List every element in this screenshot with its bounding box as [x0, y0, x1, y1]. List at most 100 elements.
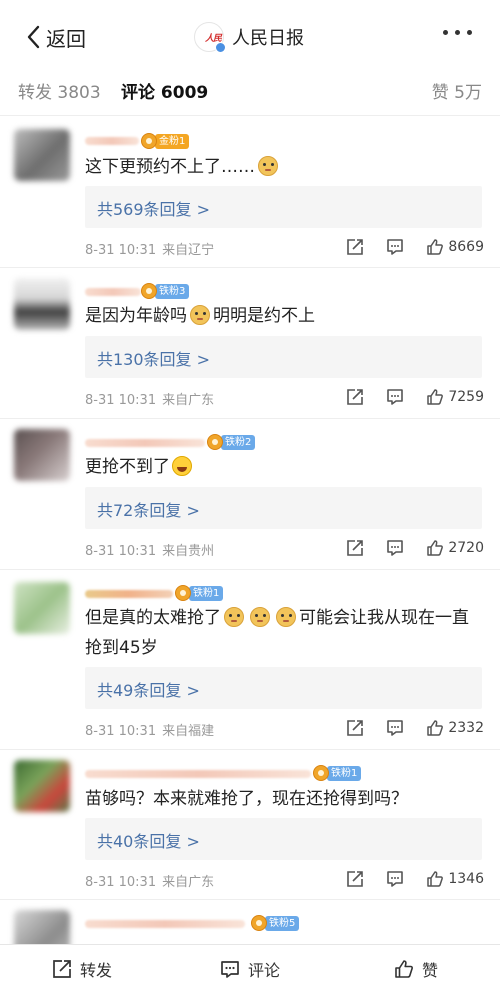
- fan-badge[interactable]: 铁粉1: [313, 765, 362, 781]
- back-button[interactable]: 返回: [26, 22, 86, 52]
- like-count: 1346: [448, 871, 484, 887]
- fan-lion-icon: [175, 585, 191, 601]
- comment-text: 苗够吗？本来就难抢了，现在还抢得到吗？: [85, 784, 482, 814]
- view-replies-link[interactable]: 共49条回复 >: [85, 667, 482, 709]
- comment-location: 来自广东: [162, 393, 215, 408]
- fan-badge[interactable]: 铁粉2: [207, 434, 256, 450]
- comment-text: 是因为年龄吗 明明是约不上: [85, 301, 482, 331]
- comment-item: 金粉1 这下更预约不上了…… 共569条回复 > 8-31 10:31 来自辽宁 …: [0, 117, 500, 268]
- fan-badge-label: 金粉1: [155, 133, 190, 149]
- fan-badge-label: 铁粉2: [221, 434, 256, 450]
- comment-text-content: 这下更预约不上了……: [85, 157, 255, 177]
- like-button[interactable]: 1346: [426, 870, 484, 888]
- comment-text-part: 但是真的太难抢了: [85, 608, 221, 628]
- like-count: 2332: [448, 720, 484, 736]
- laughing-emoji-icon: [172, 456, 192, 476]
- account-avatar-logo[interactable]: 人民: [194, 22, 226, 53]
- avatar[interactable]: [14, 582, 70, 634]
- comment-text: 这下更预约不上了……: [85, 152, 482, 182]
- share-icon[interactable]: [346, 238, 364, 256]
- comment-location: 来自福建: [162, 724, 215, 739]
- avatar[interactable]: [14, 429, 70, 481]
- comment-item: 铁粉5: [0, 900, 500, 944]
- like-button[interactable]: 2332: [426, 719, 484, 737]
- fan-badge[interactable]: 铁粉5: [251, 915, 300, 931]
- fan-badge-label: 铁粉1: [327, 765, 362, 781]
- username-blurred[interactable]: [85, 439, 205, 447]
- more-options-icon[interactable]: [443, 30, 472, 35]
- comment-actions: 2332: [346, 717, 484, 739]
- tab-reposts[interactable]: 转发 3803: [18, 78, 101, 103]
- view-replies-link[interactable]: 共130条回复 >: [85, 336, 482, 378]
- thumbs-up-icon: [427, 720, 444, 736]
- repost-label: 转发: [80, 961, 113, 980]
- comment-meta: 8-31 10:31 来自贵州: [85, 540, 214, 559]
- comment-text-content: 苗够吗？本来就难抢了，现在还抢得到吗？: [85, 789, 408, 809]
- comment-icon[interactable]: [386, 388, 404, 406]
- thumbs-up-icon: [427, 239, 444, 255]
- comment-time: 8-31 10:31: [85, 393, 157, 408]
- share-icon[interactable]: [346, 539, 364, 557]
- avatar[interactable]: [14, 278, 70, 330]
- doge-emoji-icon: [250, 607, 270, 627]
- tab-likes[interactable]: 赞 5万: [432, 78, 482, 103]
- like-button[interactable]: 2720: [426, 539, 484, 557]
- comment-icon[interactable]: [386, 719, 404, 737]
- avatar[interactable]: [14, 129, 70, 181]
- comment-item: 铁粉1 苗够吗？本来就难抢了，现在还抢得到吗？ 共40条回复 > 8-31 10…: [0, 750, 500, 900]
- comment-actions: 1346: [346, 868, 484, 890]
- like-label: 赞: [422, 961, 439, 980]
- doge-emoji-icon: [276, 607, 296, 627]
- comment-button[interactable]: 评论: [220, 957, 280, 981]
- avatar[interactable]: [14, 760, 70, 812]
- comment-time: 8-31 10:31: [85, 875, 157, 890]
- fan-badge[interactable]: 铁粉1: [175, 585, 224, 601]
- avatar[interactable]: [14, 910, 70, 944]
- username-blurred[interactable]: [85, 920, 245, 928]
- comment-time: 8-31 10:31: [85, 544, 157, 559]
- like-post-button[interactable]: 赞: [394, 957, 438, 981]
- comment-item: 铁粉1 但是真的太难抢了 可能会让我从现在一直抢到45岁 共49条回复 > 8-3…: [0, 570, 500, 750]
- comment-label: 评论: [248, 961, 281, 980]
- fan-badge[interactable]: 铁粉3: [141, 283, 190, 299]
- replies-count-label: 共40条回复 >: [97, 832, 200, 851]
- tab-comments[interactable]: 评论 6009: [121, 78, 208, 103]
- comment-item: 铁粉2 更抢不到了 共72条回复 > 8-31 10:31 来自贵州 2720: [0, 419, 500, 570]
- back-label: 返回: [46, 26, 86, 51]
- comment-icon[interactable]: [386, 870, 404, 888]
- thumbs-up-icon: [427, 871, 444, 887]
- repost-button[interactable]: 转发: [52, 957, 112, 981]
- share-icon[interactable]: [346, 719, 364, 737]
- bottom-action-bar: 转发 评论 赞: [0, 944, 500, 992]
- comment-meta: 8-31 10:31 来自广东: [85, 389, 214, 408]
- fan-badge-label: 铁粉1: [189, 585, 224, 601]
- replies-count-label: 共72条回复 >: [97, 501, 200, 520]
- comment-text-part: 是因为年龄吗: [85, 306, 187, 326]
- view-replies-link[interactable]: 共72条回复 >: [85, 487, 482, 529]
- comment-text-part: 明明是约不上: [213, 306, 315, 326]
- username-blurred[interactable]: [85, 770, 311, 778]
- username-blurred[interactable]: [85, 590, 173, 598]
- account-header[interactable]: 人民 人民日报: [194, 20, 304, 54]
- like-count: 2720: [448, 540, 484, 556]
- comment-icon[interactable]: [386, 238, 404, 256]
- comment-time: 8-31 10:31: [85, 243, 157, 258]
- fan-lion-icon: [207, 434, 223, 450]
- like-count: 8669: [448, 239, 484, 255]
- share-icon[interactable]: [346, 870, 364, 888]
- view-replies-link[interactable]: 共569条回复 >: [85, 186, 482, 228]
- comment-location: 来自辽宁: [162, 243, 215, 258]
- comment-meta: 8-31 10:31 来自福建: [85, 720, 214, 739]
- username-blurred[interactable]: [85, 137, 139, 145]
- like-button[interactable]: 8669: [426, 238, 484, 256]
- comment-location: 来自贵州: [162, 544, 215, 559]
- comment-icon[interactable]: [386, 539, 404, 557]
- fan-badge-label: 铁粉3: [155, 283, 190, 299]
- fan-badge[interactable]: 金粉1: [141, 133, 190, 149]
- repost-icon: [53, 960, 71, 978]
- share-icon[interactable]: [346, 388, 364, 406]
- username-blurred[interactable]: [85, 288, 141, 296]
- fan-lion-icon: [251, 915, 267, 931]
- view-replies-link[interactable]: 共40条回复 >: [85, 818, 482, 860]
- like-button[interactable]: 7259: [426, 388, 484, 406]
